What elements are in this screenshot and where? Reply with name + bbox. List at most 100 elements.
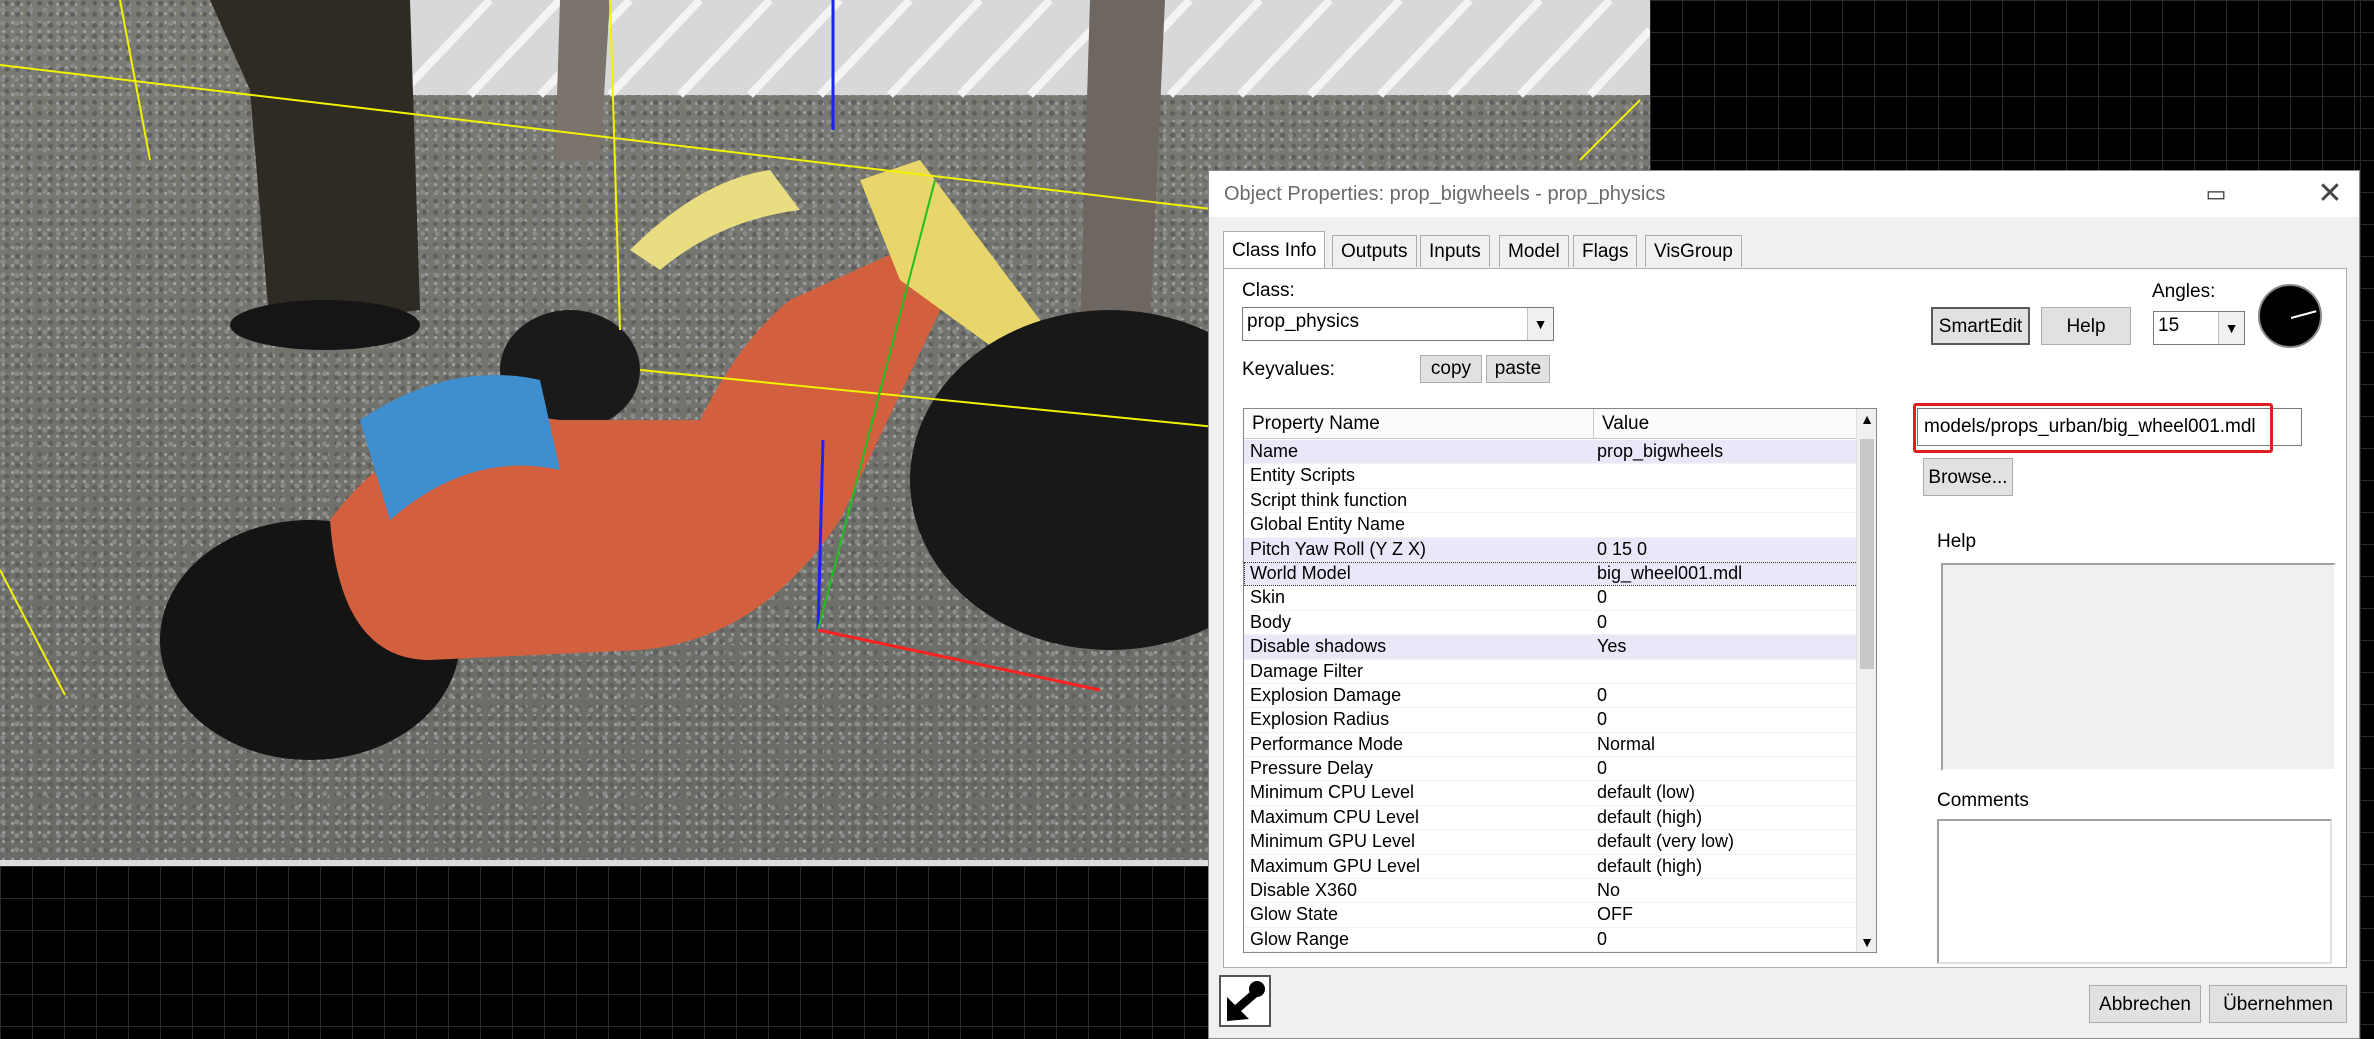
chevron-down-icon[interactable]: ▼	[1527, 308, 1553, 340]
browse-button[interactable]: Browse...	[1923, 458, 2013, 496]
property-value-cell[interactable]: 0	[1597, 612, 1607, 633]
title-bar[interactable]: Object Properties: prop_bigwheels - prop…	[1209, 171, 2359, 217]
comments-label: Comments	[1937, 790, 2029, 811]
restore-window-icon[interactable]: ▭	[2201, 181, 2231, 206]
object-properties-dialog: Object Properties: prop_bigwheels - prop…	[1208, 170, 2360, 1039]
property-name-cell: Damage Filter	[1250, 660, 1364, 681]
property-name-cell: Entity Scripts	[1250, 465, 1356, 486]
table-row[interactable]: Pressure Delay 0	[1244, 757, 1858, 782]
class-value: prop_physics	[1247, 311, 1359, 332]
table-row[interactable]: Minimum CPU Level default (low)	[1244, 781, 1858, 806]
property-value-cell[interactable]: default (very low)	[1597, 831, 1734, 852]
property-name-cell: Pitch Yaw Roll (Y Z X)	[1250, 538, 1427, 559]
copy-button[interactable]: copy	[1420, 355, 1482, 383]
property-value-cell[interactable]: 0	[1597, 587, 1607, 608]
property-value-cell[interactable]: default (high)	[1597, 807, 1702, 828]
help-text-area	[1941, 563, 2336, 771]
smartedit-button[interactable]: SmartEdit	[1931, 307, 2030, 345]
help-button[interactable]: Help	[2041, 307, 2131, 345]
property-name-cell: World Model	[1250, 562, 1351, 583]
property-value-cell[interactable]: default (low)	[1597, 782, 1695, 803]
angles-combobox[interactable]: 15 ▼	[2153, 311, 2245, 345]
keyvalues-grid[interactable]: Property Name Value Name prop_bigwheels En…	[1243, 408, 1877, 953]
property-name-cell: Name	[1250, 441, 1299, 461]
grid-rows: Name prop_bigwheels Entity Scripts Script t…	[1244, 440, 1858, 952]
property-value-cell[interactable]: 0 15 0	[1597, 539, 1647, 560]
table-row[interactable]: Global Entity Name	[1244, 513, 1858, 538]
table-row[interactable]: Minimum GPU Level default (very low)	[1244, 830, 1858, 855]
table-row[interactable]: Explosion Radius 0	[1244, 708, 1858, 733]
grid-header: Property Name Value	[1244, 409, 1858, 439]
column-property-name[interactable]: Property Name	[1244, 409, 1594, 439]
angle-dial-hand	[2290, 310, 2317, 319]
table-row[interactable]: Disable X360 No	[1244, 879, 1858, 904]
chevron-down-icon[interactable]: ▼	[2218, 312, 2244, 344]
table-row[interactable]: Body 0	[1244, 611, 1858, 636]
comments-textarea[interactable]	[1937, 819, 2332, 964]
property-value-cell[interactable]: No	[1597, 880, 1620, 901]
apply-button[interactable]: Übernehmen	[2209, 985, 2347, 1023]
table-row[interactable]: Script think function	[1244, 489, 1858, 514]
property-value-cell[interactable]: default (high)	[1597, 856, 1702, 877]
angle-dial[interactable]	[2258, 284, 2322, 348]
table-row[interactable]: Maximum GPU Level default (high)	[1244, 855, 1858, 880]
property-name-cell: Script think function	[1250, 489, 1408, 510]
scrollbar-thumb[interactable]	[1860, 439, 1874, 669]
table-row[interactable]: Pitch Yaw Roll (Y Z X) 0 15 0	[1244, 537, 1858, 562]
class-label: Class:	[1242, 280, 1295, 301]
table-row[interactable]: Performance Mode Normal	[1244, 733, 1858, 758]
entity-picker-button[interactable]	[1219, 975, 1271, 1027]
class-combobox[interactable]: prop_physics ▼	[1242, 307, 1554, 341]
property-value-cell[interactable]: Yes	[1597, 636, 1626, 657]
property-name-cell: Explosion Radius	[1250, 709, 1390, 730]
annotation-highlight-box	[1913, 403, 2273, 453]
property-value-cell[interactable]: OFF	[1597, 904, 1633, 925]
cancel-button[interactable]: Abbrechen	[2089, 985, 2201, 1023]
table-row[interactable]: Glow State OFF	[1244, 903, 1858, 928]
close-icon[interactable]: ✕	[2315, 177, 2345, 211]
table-row[interactable]: Explosion Damage 0	[1244, 684, 1858, 709]
property-name-cell: Maximum GPU Level	[1250, 855, 1421, 876]
table-row[interactable]: World Model big_wheel001.mdl	[1244, 561, 1858, 587]
property-name-cell: Glow Range	[1250, 928, 1350, 949]
property-value-cell[interactable]: 0	[1597, 685, 1607, 706]
property-value-cell[interactable]: Normal	[1597, 734, 1655, 755]
column-value[interactable]: Value	[1594, 409, 1858, 439]
tab-class-info[interactable]: Class Info	[1223, 231, 1326, 269]
property-name-cell: Pressure Delay	[1250, 758, 1374, 779]
grid-scrollbar[interactable]: ▲ ▼	[1856, 409, 1876, 952]
tab-inputs[interactable]: Inputs	[1420, 235, 1490, 267]
property-value-cell[interactable]: 0	[1597, 929, 1607, 950]
dialog-title: Object Properties: prop_bigwheels - prop…	[1224, 183, 1666, 205]
property-name-cell: Explosion Damage	[1250, 684, 1402, 705]
property-name-cell: Body	[1250, 611, 1292, 632]
chevron-up-icon[interactable]: ▲	[1857, 411, 1876, 427]
table-row[interactable]: Damage Filter	[1244, 660, 1858, 684]
table-row[interactable]: Disable shadows Yes	[1244, 635, 1858, 660]
chevron-down-icon[interactable]: ▼	[1857, 934, 1876, 950]
tab-flags[interactable]: Flags	[1573, 235, 1638, 267]
paste-button[interactable]: paste	[1486, 355, 1550, 383]
property-name-cell: Minimum GPU Level	[1250, 831, 1416, 852]
2d-viewport-right[interactable]	[2360, 0, 2374, 1039]
entity-picker-icon	[1227, 981, 1265, 1021]
property-value-cell[interactable]: big_wheel001.mdl	[1597, 563, 1742, 584]
keyvalues-label: Keyvalues:	[1242, 359, 1335, 380]
property-name-cell: Maximum CPU Level	[1250, 806, 1420, 827]
table-row[interactable]: Glow Range 0	[1244, 928, 1858, 952]
tab-outputs[interactable]: Outputs	[1332, 235, 1417, 267]
property-name-cell: Disable shadows	[1250, 636, 1387, 657]
tab-visgroup[interactable]: VisGroup	[1645, 235, 1742, 267]
table-row[interactable]: Maximum CPU Level default (high)	[1244, 806, 1858, 831]
property-name-cell: Performance Mode	[1250, 733, 1404, 754]
help-section-label: Help	[1937, 531, 1977, 552]
property-name-cell: Disable X360	[1250, 880, 1358, 901]
property-value-cell[interactable]: 0	[1597, 709, 1607, 730]
table-row[interactable]: Skin 0	[1244, 586, 1858, 611]
property-value-cell[interactable]: 0	[1597, 758, 1607, 779]
2d-viewport-top[interactable]	[1650, 0, 2374, 170]
tab-model[interactable]: Model	[1499, 235, 1569, 267]
property-value-cell[interactable]: prop_bigwheels	[1597, 441, 1723, 462]
table-row[interactable]: Entity Scripts	[1244, 464, 1858, 489]
table-row[interactable]: Name prop_bigwheels	[1244, 440, 1858, 465]
